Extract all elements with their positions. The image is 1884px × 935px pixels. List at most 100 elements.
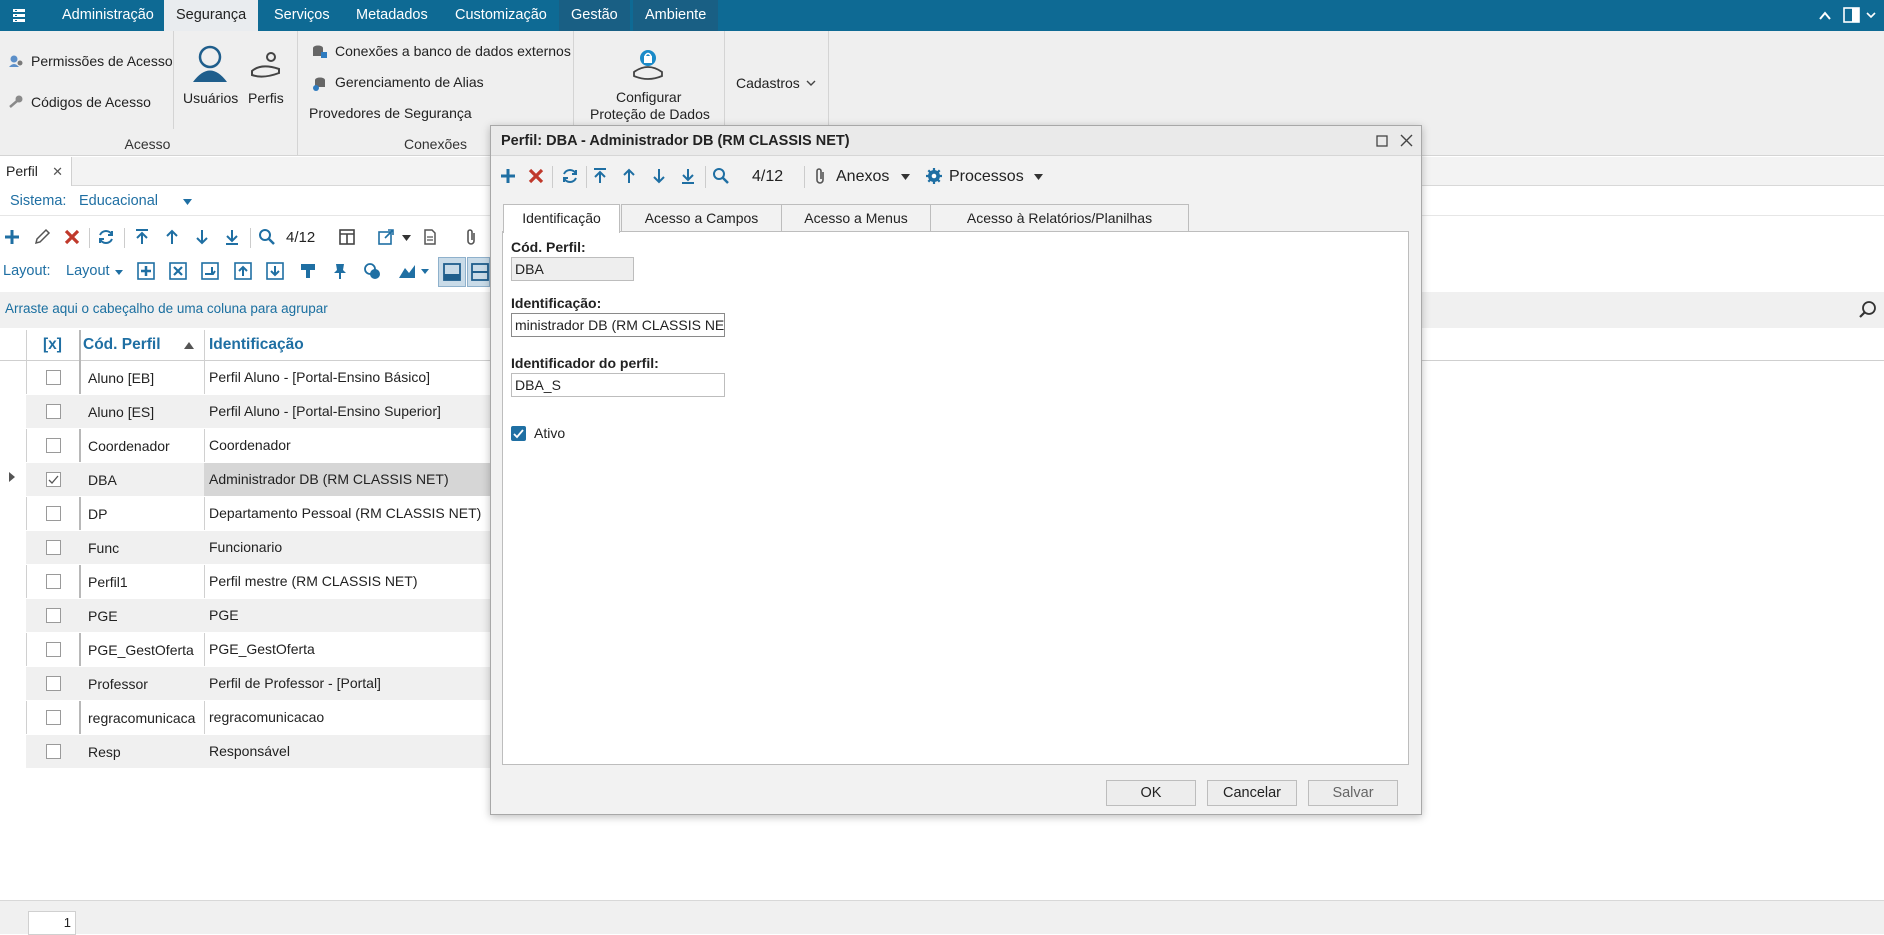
window-layout-icon[interactable] <box>1843 7 1861 24</box>
columns-icon[interactable] <box>338 228 356 246</box>
cadastros-dropdown[interactable]: Cadastros <box>736 75 800 91</box>
layout-dropdown[interactable]: Layout <box>66 263 110 279</box>
codigos-acesso-button[interactable]: Códigos de Acesso <box>31 94 151 110</box>
table-row[interactable]: Coordenador Coordenador <box>26 429 491 463</box>
table-row[interactable]: PGE_GestOferta PGE_GestOferta <box>26 633 491 667</box>
last-record-icon[interactable] <box>223 228 241 246</box>
column-header-check[interactable]: [x] <box>43 336 62 354</box>
provedores-seguranca-button[interactable]: Provedores de Segurança <box>309 105 472 121</box>
identificacao-field[interactable]: ministrador DB (RM CLASSIS NET) <box>511 313 725 337</box>
tab-acesso-menus[interactable]: Acesso a Menus <box>781 204 931 232</box>
delete-icon[interactable] <box>527 167 545 185</box>
maximize-icon[interactable] <box>1376 135 1388 147</box>
view-layout-toggle[interactable] <box>438 257 466 287</box>
edit-icon[interactable] <box>33 228 51 246</box>
identificador-perfil-field[interactable]: DBA_S <box>511 373 725 397</box>
caret-down-icon[interactable] <box>115 270 123 275</box>
configurar-protecao-button[interactable]: Configurar <box>616 89 681 105</box>
row-checkbox[interactable] <box>46 438 61 453</box>
perfis-button[interactable]: Perfis <box>248 90 284 106</box>
search-icon[interactable] <box>712 167 730 185</box>
table-row[interactable]: Perfil1 Perfil mestre (RM CLASSIS NET) <box>26 565 491 599</box>
row-checkbox[interactable] <box>46 710 61 725</box>
caret-down-icon[interactable] <box>183 199 192 205</box>
export-icon[interactable] <box>377 228 395 246</box>
close-icon[interactable] <box>1400 134 1413 147</box>
permissoes-acesso-button[interactable]: Permissões de Acesso <box>31 53 173 69</box>
gerenciamento-alias-button[interactable]: Gerenciamento de Alias <box>335 74 484 90</box>
tab-acesso-relatorios[interactable]: Acesso à Relatórios/Planilhas <box>930 204 1189 232</box>
tab-perfil[interactable]: Perfil ✕ <box>0 157 72 186</box>
previous-record-icon[interactable] <box>163 228 181 246</box>
row-checkbox[interactable] <box>46 676 61 691</box>
tab-acesso-campos[interactable]: Acesso a Campos <box>621 204 782 232</box>
delete-icon[interactable] <box>63 228 81 246</box>
search-icon[interactable] <box>258 228 276 246</box>
page-number[interactable]: 1 <box>28 911 76 935</box>
menu-seguranca[interactable]: Segurança <box>164 0 259 31</box>
chevron-down-icon[interactable] <box>1866 11 1876 19</box>
row-checkbox[interactable] <box>46 574 61 589</box>
cod-perfil-field[interactable]: DBA <box>511 257 634 281</box>
row-checkbox[interactable] <box>46 370 61 385</box>
next-record-icon[interactable] <box>650 167 668 185</box>
table-row[interactable]: regracomunicaca regracomunicacao <box>26 701 491 735</box>
table-row[interactable]: Professor Perfil de Professor - [Portal] <box>26 667 491 701</box>
first-record-icon[interactable] <box>133 228 151 246</box>
menu-customizacao[interactable]: Customização <box>443 0 559 31</box>
table-row[interactable]: Aluno [EB] Perfil Aluno - [Portal-Ensino … <box>26 361 491 395</box>
refresh-icon[interactable] <box>561 167 579 185</box>
processos-menu[interactable]: Processos <box>949 168 1024 186</box>
view-layout-toggle-2[interactable] <box>467 257 490 287</box>
column-header-cod-perfil[interactable]: Cód. Perfil <box>83 336 161 354</box>
chart-icon[interactable] <box>398 262 416 280</box>
save-layout-icon[interactable] <box>201 262 219 280</box>
table-row[interactable]: DBA Administrador DB (RM CLASSIS NET) <box>26 463 491 497</box>
first-record-icon[interactable] <box>591 167 609 185</box>
upload-layout-icon[interactable] <box>234 262 252 280</box>
menu-servicos[interactable]: Serviços <box>262 0 342 31</box>
previous-record-icon[interactable] <box>620 167 638 185</box>
app-menu-icon[interactable] <box>11 8 27 24</box>
download-layout-icon[interactable] <box>266 262 284 280</box>
save-button[interactable]: Salvar <box>1308 780 1398 806</box>
menu-metadados[interactable]: Metadados <box>344 0 440 31</box>
add-layout-icon[interactable] <box>137 262 155 280</box>
usuarios-button[interactable]: Usuários <box>183 90 238 106</box>
remove-layout-icon[interactable] <box>169 262 187 280</box>
caret-down-icon[interactable] <box>421 269 429 274</box>
row-checkbox[interactable] <box>46 608 61 623</box>
chevron-up-icon[interactable] <box>1818 9 1832 23</box>
add-icon[interactable] <box>3 228 21 246</box>
row-checkbox[interactable] <box>46 540 61 555</box>
last-record-icon[interactable] <box>679 167 697 185</box>
ativo-checkbox[interactable] <box>511 426 526 441</box>
row-checkbox[interactable] <box>46 472 61 487</box>
chevron-down-icon[interactable] <box>806 79 816 87</box>
sistema-select[interactable]: Educacional <box>79 193 158 209</box>
conexoes-externos-button[interactable]: Conexões a banco de dados externos <box>335 43 571 59</box>
menu-ambiente[interactable]: Ambiente <box>633 0 719 31</box>
ok-button[interactable]: OK <box>1106 780 1196 806</box>
close-icon[interactable]: ✕ <box>52 157 63 186</box>
row-checkbox[interactable] <box>46 744 61 759</box>
color-filter-icon[interactable] <box>363 262 381 280</box>
table-row[interactable]: DP Departamento Pessoal (RM CLASSIS NET) <box>26 497 491 531</box>
tab-identificacao[interactable]: Identificação <box>503 204 620 233</box>
table-row[interactable]: Aluno [ES] Perfil Aluno - [Portal-Ensino … <box>26 395 491 429</box>
menu-administracao[interactable]: Administração <box>50 0 166 31</box>
caret-down-icon[interactable] <box>1034 174 1043 180</box>
add-icon[interactable] <box>499 167 517 185</box>
refresh-icon[interactable] <box>97 228 115 246</box>
table-row[interactable]: Func Funcionario <box>26 531 491 565</box>
caret-down-icon[interactable] <box>402 235 411 241</box>
next-record-icon[interactable] <box>193 228 211 246</box>
attachment-icon[interactable] <box>811 167 829 185</box>
caret-down-icon[interactable] <box>901 174 910 180</box>
table-row[interactable]: PGE PGE <box>26 599 491 633</box>
anexos-menu[interactable]: Anexos <box>836 168 889 186</box>
search-icon[interactable] <box>1858 300 1878 320</box>
row-checkbox[interactable] <box>46 506 61 521</box>
pin-icon[interactable] <box>331 262 349 280</box>
menu-gestao[interactable]: Gestão <box>559 0 630 31</box>
